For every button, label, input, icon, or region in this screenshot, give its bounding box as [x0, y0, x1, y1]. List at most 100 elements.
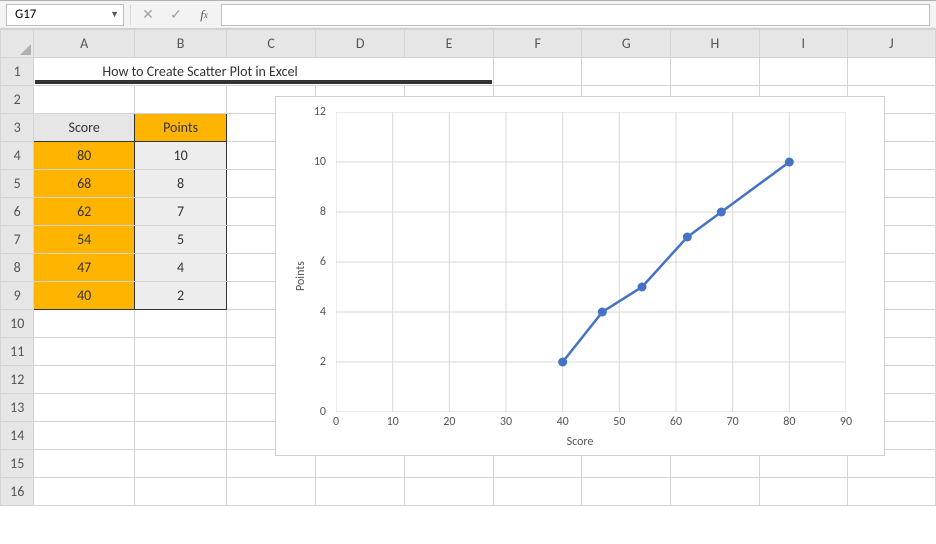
col-header[interactable]: G — [582, 30, 671, 58]
col-header[interactable]: E — [405, 30, 494, 58]
column-header-row: A B C D E F G H I J — [1, 30, 936, 58]
y-tick: 0 — [320, 405, 326, 419]
row-header[interactable]: 11 — [1, 338, 34, 366]
cell[interactable] — [134, 366, 226, 394]
chart-svg — [336, 112, 846, 412]
col-header[interactable]: F — [494, 30, 582, 58]
y-tick-labels: 024681012 — [276, 112, 330, 412]
cell[interactable] — [134, 450, 226, 478]
row-header[interactable]: 15 — [1, 450, 34, 478]
row-header[interactable]: 8 — [1, 254, 34, 282]
cell-points[interactable]: 5 — [134, 226, 226, 254]
cell[interactable] — [227, 478, 316, 506]
row-header[interactable]: 16 — [1, 478, 34, 506]
cell[interactable] — [34, 394, 135, 422]
row-header[interactable]: 13 — [1, 394, 34, 422]
enter-icon[interactable]: ✓ — [165, 4, 187, 26]
cell[interactable] — [582, 478, 671, 506]
title-underline — [35, 80, 492, 84]
formula-input[interactable] — [221, 4, 930, 26]
cell[interactable] — [759, 58, 847, 86]
cell-score[interactable]: 47 — [34, 254, 135, 282]
col-header[interactable]: B — [134, 30, 226, 58]
cell[interactable] — [847, 478, 935, 506]
row-header[interactable]: 9 — [1, 282, 34, 310]
cell[interactable] — [34, 450, 135, 478]
y-tick: 2 — [320, 355, 326, 369]
y-tick: 4 — [320, 305, 326, 319]
cell-score[interactable]: 54 — [34, 226, 135, 254]
cell-points[interactable]: 8 — [134, 170, 226, 198]
table-row: 1 How to Create Scatter Plot in Excel — [1, 58, 936, 86]
col-header[interactable]: D — [316, 30, 405, 58]
plot-area — [336, 112, 846, 412]
x-tick: 30 — [500, 415, 512, 429]
row-header[interactable]: 14 — [1, 422, 34, 450]
cell[interactable] — [494, 478, 582, 506]
cancel-icon[interactable]: ✕ — [137, 4, 159, 26]
cell[interactable] — [134, 394, 226, 422]
row-header[interactable]: 6 — [1, 198, 34, 226]
cell-score[interactable]: 68 — [34, 170, 135, 198]
page-title[interactable]: How to Create Scatter Plot in Excel — [34, 58, 494, 86]
cell-points[interactable]: 4 — [134, 254, 226, 282]
cell[interactable] — [759, 478, 847, 506]
x-tick: 50 — [613, 415, 625, 429]
y-tick: 12 — [314, 105, 326, 119]
x-tick: 80 — [783, 415, 795, 429]
cell[interactable] — [134, 422, 226, 450]
col-header[interactable]: A — [34, 30, 135, 58]
cell[interactable] — [34, 478, 135, 506]
x-tick: 40 — [557, 415, 569, 429]
cell-points[interactable]: 7 — [134, 198, 226, 226]
row-header[interactable]: 2 — [1, 86, 34, 114]
name-box-value: G17 — [15, 7, 36, 22]
x-tick: 60 — [670, 415, 682, 429]
cell[interactable] — [34, 310, 135, 338]
cell[interactable] — [405, 478, 494, 506]
row-header[interactable]: 5 — [1, 170, 34, 198]
row-header[interactable]: 12 — [1, 366, 34, 394]
cell-points[interactable]: 10 — [134, 142, 226, 170]
cell[interactable] — [582, 58, 671, 86]
row-header[interactable]: 7 — [1, 226, 34, 254]
cell-score[interactable]: 80 — [34, 142, 135, 170]
cell-score[interactable]: 62 — [34, 198, 135, 226]
cell[interactable] — [671, 478, 760, 506]
x-tick: 70 — [727, 415, 739, 429]
cell[interactable] — [34, 86, 135, 114]
name-box[interactable]: G17 ▼ — [6, 4, 124, 26]
row-header[interactable]: 10 — [1, 310, 34, 338]
cell[interactable] — [134, 310, 226, 338]
scatter-chart[interactable]: Points 024681012 0102030405060708090 Sco… — [275, 96, 885, 456]
col-header[interactable]: I — [759, 30, 847, 58]
col-header[interactable]: J — [847, 30, 935, 58]
cell[interactable] — [316, 478, 405, 506]
cell[interactable] — [671, 58, 760, 86]
col-header[interactable]: C — [227, 30, 316, 58]
cell[interactable] — [134, 478, 226, 506]
cell[interactable] — [34, 338, 135, 366]
select-all-corner[interactable] — [1, 30, 34, 58]
row-header[interactable]: 4 — [1, 142, 34, 170]
x-axis-title: Score — [276, 435, 884, 449]
cell[interactable] — [34, 422, 135, 450]
col-header[interactable]: H — [671, 30, 760, 58]
cell[interactable] — [494, 58, 582, 86]
cell[interactable] — [134, 86, 226, 114]
cell-score[interactable]: 40 — [34, 282, 135, 310]
x-tick: 10 — [387, 415, 399, 429]
fx-icon[interactable]: fx — [193, 4, 215, 26]
y-tick: 6 — [320, 255, 326, 269]
row-header[interactable]: 3 — [1, 114, 34, 142]
y-tick: 8 — [320, 205, 326, 219]
cell[interactable] — [34, 366, 135, 394]
cell-points[interactable]: 2 — [134, 282, 226, 310]
cell[interactable] — [134, 338, 226, 366]
x-tick: 20 — [443, 415, 455, 429]
cell[interactable] — [847, 58, 935, 86]
header-points[interactable]: Points — [134, 114, 226, 142]
header-score[interactable]: Score — [34, 114, 135, 142]
row-header[interactable]: 1 — [1, 58, 34, 86]
formula-bar: G17 ▼ ✕ ✓ fx — [0, 1, 936, 29]
